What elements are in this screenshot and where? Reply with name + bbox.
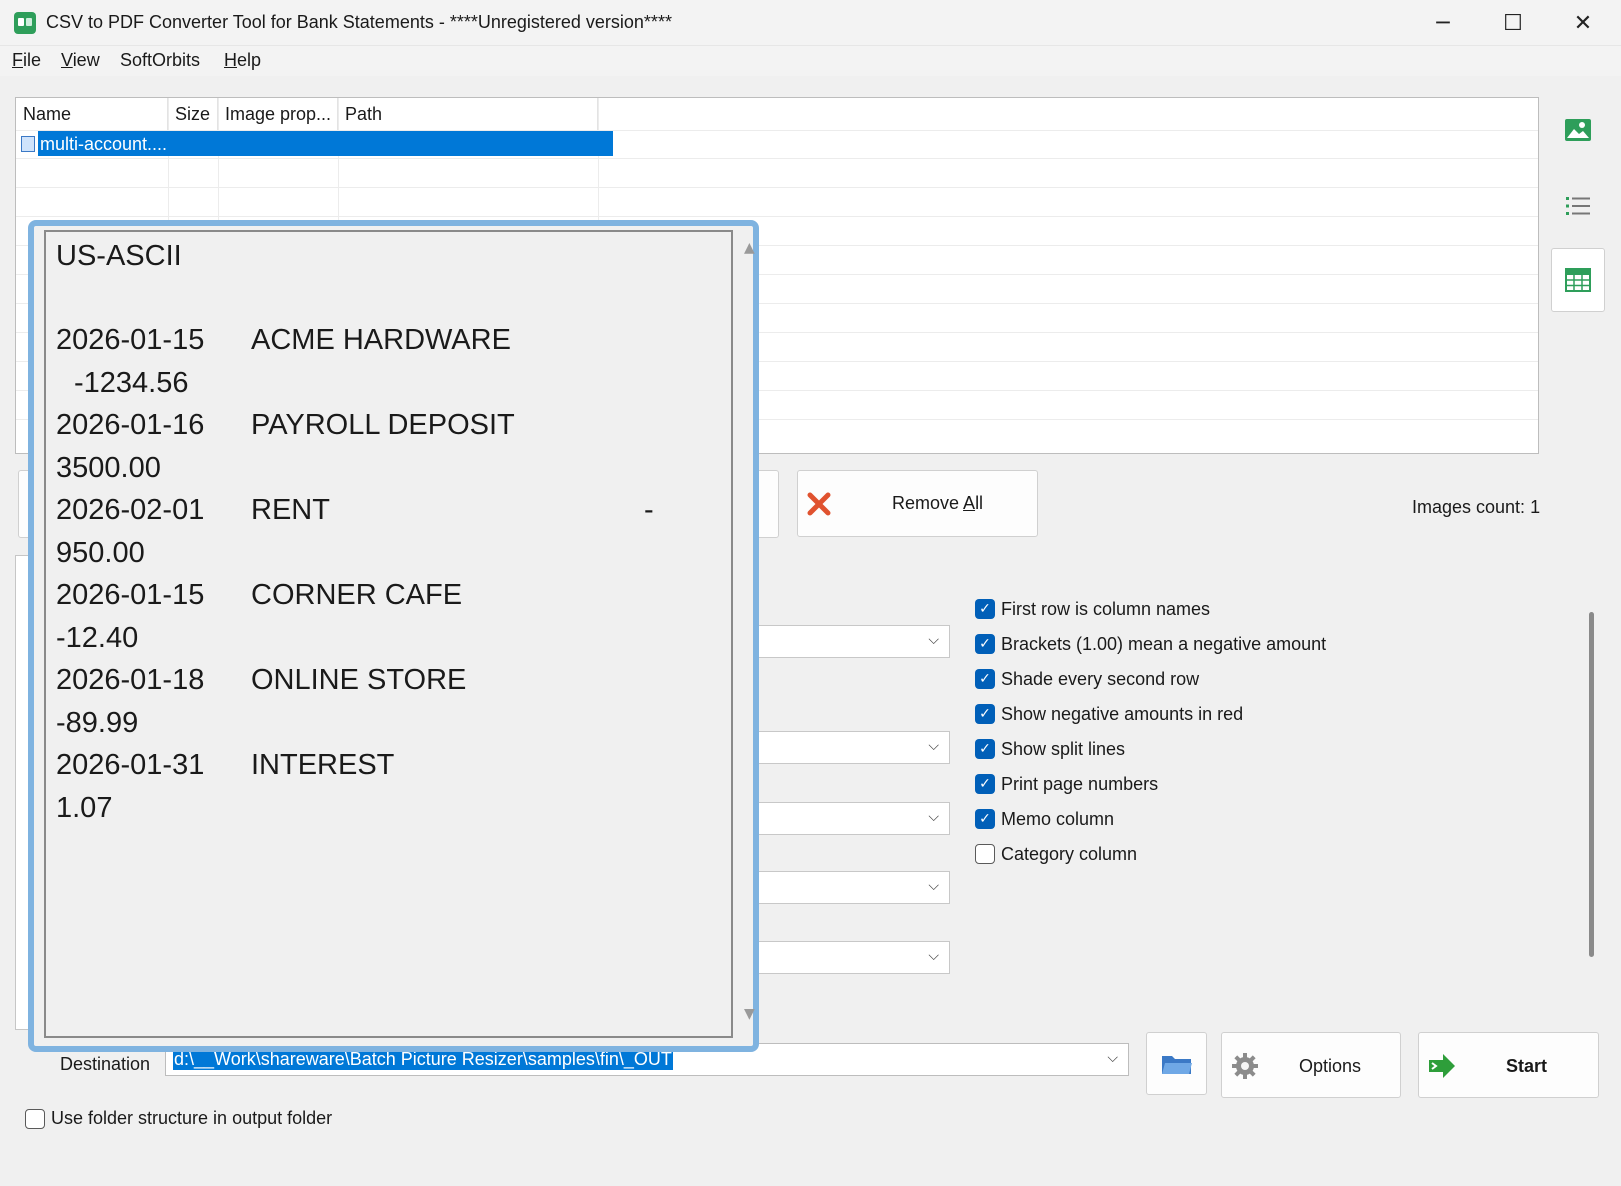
chevron-down-icon: ⌵ xyxy=(928,809,939,825)
start-button[interactable]: Start xyxy=(1418,1032,1599,1098)
menu-help[interactable]: Help xyxy=(224,50,261,71)
start-arrow-icon xyxy=(1429,1054,1455,1078)
preview-line: 2026-01-15 xyxy=(56,324,205,356)
menu-file[interactable]: File xyxy=(12,50,41,71)
preview-line: 2026-02-01 xyxy=(56,494,205,526)
list-view-button[interactable] xyxy=(1551,174,1605,238)
remove-all-label: Remove All xyxy=(892,493,984,513)
minimize-button[interactable]: ─ xyxy=(1420,6,1466,40)
use-folder-structure-checkbox[interactable]: Use folder structure in output folder xyxy=(25,1108,332,1129)
scroll-down-icon[interactable]: ▼ xyxy=(744,1006,755,1022)
checkbox-checked-icon: ✓ xyxy=(975,739,995,759)
column-header-name[interactable]: Name xyxy=(16,98,168,130)
remove-icon xyxy=(807,492,831,516)
table-cell-path xyxy=(338,132,598,156)
checkbox-negative-red[interactable]: ✓ Show negative amounts in red xyxy=(975,702,1243,726)
preview-line: -89.99 xyxy=(56,707,139,739)
preview-line: PAYROLL DEPOSIT xyxy=(251,409,515,441)
column-header-image-properties[interactable]: Image prop... xyxy=(218,98,338,130)
remove-all-button[interactable]: Remove All xyxy=(797,470,1038,537)
column-header-size[interactable]: Size xyxy=(168,98,218,130)
destination-label: Destination xyxy=(60,1054,151,1074)
column-header-path[interactable]: Path xyxy=(338,98,598,130)
preview-line: RENT xyxy=(251,494,330,526)
preview-line: -12.40 xyxy=(56,622,139,654)
checkbox-category-column[interactable]: Category column xyxy=(975,842,1137,866)
list-icon xyxy=(1566,197,1590,215)
table-cell-name: multi-account.... xyxy=(40,134,168,154)
app-icon xyxy=(14,12,36,34)
start-label: Start xyxy=(1506,1056,1548,1076)
checkbox-unchecked-icon xyxy=(25,1108,45,1129)
preview-line: CORNER CAFE xyxy=(251,579,463,611)
folder-icon xyxy=(1161,1055,1192,1074)
checkbox-checked-icon: ✓ xyxy=(975,669,995,689)
chevron-down-icon: ⌵ xyxy=(928,878,939,894)
preview-line: 2026-01-16 xyxy=(56,409,205,441)
options-button[interactable]: Options xyxy=(1221,1032,1401,1098)
checkbox-checked-icon: ✓ xyxy=(975,774,995,794)
checkbox-checked-icon: ✓ xyxy=(975,809,995,829)
settings-scrollbar[interactable] xyxy=(1589,612,1594,957)
window-title: CSV to PDF Converter Tool for Bank State… xyxy=(46,12,672,32)
preview-line: ACME HARDWARE xyxy=(251,324,511,356)
checkbox-unchecked-icon xyxy=(975,844,995,864)
file-icon xyxy=(21,136,35,152)
menu-softorbits[interactable]: SoftOrbits xyxy=(120,50,200,71)
maximize-button[interactable]: ☐ xyxy=(1490,6,1536,40)
scroll-up-icon[interactable]: ▲ xyxy=(744,240,755,256)
preview-line: 1.07 xyxy=(56,792,113,824)
preview-line: 3500.00 xyxy=(56,452,161,484)
menu-view[interactable]: View xyxy=(61,50,100,71)
checkbox-first-row-column-names[interactable]: ✓ First row is column names xyxy=(975,597,1210,621)
checkbox-memo-column[interactable]: ✓ Memo column xyxy=(975,807,1114,831)
table-cell-size xyxy=(168,132,218,156)
image-icon xyxy=(1565,119,1591,141)
preview-line: 950.00 xyxy=(56,537,145,569)
table-view-button[interactable] xyxy=(1551,248,1605,312)
chevron-down-icon: ⌵ xyxy=(1107,1050,1118,1066)
checkbox-checked-icon: ✓ xyxy=(975,634,995,654)
checkbox-shade-second-row[interactable]: ✓ Shade every second row xyxy=(975,667,1199,691)
table-cell-image-properties xyxy=(218,132,338,156)
preview-line: INTEREST xyxy=(251,749,395,781)
checkbox-checked-icon: ✓ xyxy=(975,599,995,619)
title-bar: CSV to PDF Converter Tool for Bank State… xyxy=(0,0,1621,46)
preview-encoding: US-ASCII xyxy=(56,240,182,272)
preview-line: ONLINE STORE xyxy=(251,664,467,696)
table-icon xyxy=(1565,268,1591,292)
csv-preview-popup: US-ASCII 2026-01-15 ACME HARDWARE -1234.… xyxy=(28,220,759,1052)
preview-line: 2026-01-31 xyxy=(56,749,205,781)
checkbox-page-numbers[interactable]: ✓ Print page numbers xyxy=(975,772,1158,796)
browse-folder-button[interactable] xyxy=(1146,1032,1207,1095)
checkbox-brackets-negative[interactable]: ✓ Brackets (1.00) mean a negative amount xyxy=(975,632,1326,656)
chevron-down-icon: ⌵ xyxy=(928,948,939,964)
preview-line: 2026-01-18 xyxy=(56,664,205,696)
destination-value: d:\__Work\shareware\Batch Picture Resize… xyxy=(173,1049,673,1070)
options-label: Options xyxy=(1299,1056,1362,1076)
preview-line: -1234.56 xyxy=(74,367,189,399)
preview-line: - xyxy=(644,494,654,526)
chevron-down-icon: ⌵ xyxy=(928,738,939,754)
gear-icon xyxy=(1232,1053,1258,1079)
images-count: Images count: 1 xyxy=(1412,497,1541,517)
checkbox-checked-icon: ✓ xyxy=(975,704,995,724)
menu-bar: File View SoftOrbits Help xyxy=(0,46,1621,76)
chevron-down-icon: ⌵ xyxy=(928,632,939,648)
close-button[interactable]: ✕ xyxy=(1560,6,1606,40)
csv-preview-content[interactable]: US-ASCII 2026-01-15 ACME HARDWARE -1234.… xyxy=(44,230,733,1038)
preview-line: 2026-01-15 xyxy=(56,579,205,611)
thumbnail-view-button[interactable] xyxy=(1551,98,1605,162)
checkbox-split-lines[interactable]: ✓ Show split lines xyxy=(975,737,1125,761)
